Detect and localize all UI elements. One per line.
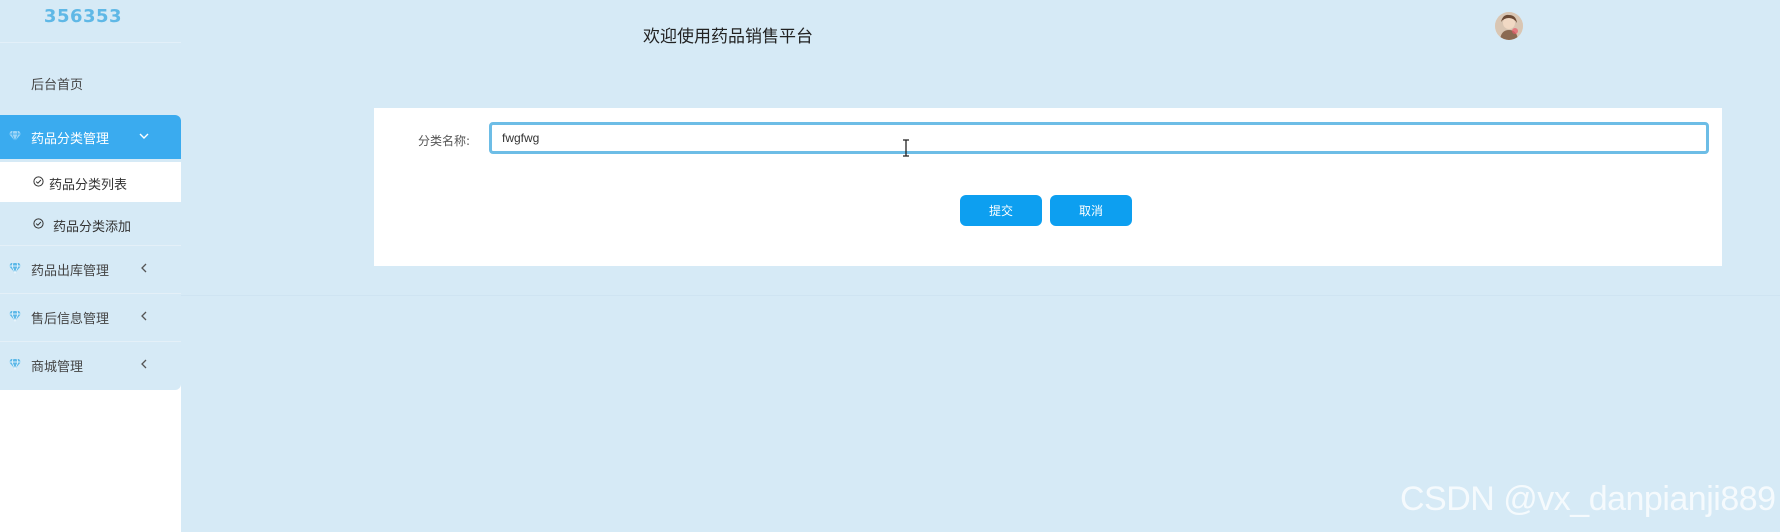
avatar[interactable] [1495,12,1523,40]
chevron-down-icon [139,133,149,139]
sidebar-group-drug-category[interactable]: 药品分类管理 [0,115,181,159]
sidebar-group-mall[interactable]: 商城管理 [0,343,181,387]
sidebar-item-label: 药品分类列表 [49,178,128,193]
chevron-left-icon [141,311,147,321]
gem-icon [9,310,21,322]
sidebar-group-after-sales[interactable]: 售后信息管理 [0,295,181,339]
sidebar-item-home[interactable]: 后台首页 [31,74,83,93]
brand-logo-text: 356353 [43,6,123,27]
chevron-left-icon [141,263,147,273]
sidebar-group-drug-outbound[interactable]: 药品出库管理 [0,247,181,291]
sidebar-group-label: 药品出库管理 [31,264,110,279]
avatar-image [1495,12,1523,40]
check-circle-icon [33,218,44,229]
cancel-button[interactable]: 取消 [1050,195,1132,226]
category-name-label: 分类名称: [418,134,471,148]
page-title: 欢迎使用药品销售平台 [643,27,813,47]
sidebar-item-label: 药品分类添加 [53,220,132,235]
divider [0,245,181,246]
sidebar-menu: 356353 后台首页 药品分类管理 药品分类列表 药品分类添加 药品出库管理 … [0,0,181,390]
sidebar-group-label: 药品分类管理 [31,132,110,147]
category-name-input[interactable] [489,122,1709,154]
sidebar-group-label: 售后信息管理 [31,312,110,327]
divider [0,341,181,342]
divider [181,295,1780,296]
check-circle-icon [33,176,44,187]
watermark: CSDN @vx_danpianji889 [1400,480,1776,518]
divider [0,42,181,43]
sidebar-group-label: 商城管理 [31,360,84,375]
gem-icon [9,130,21,142]
sidebar-item-drug-category-list[interactable]: 药品分类列表 [0,162,181,202]
sidebar: 356353 后台首页 药品分类管理 药品分类列表 药品分类添加 药品出库管理 … [0,0,181,532]
category-form: 分类名称: 提交 取消 [374,108,1722,266]
submit-button[interactable]: 提交 [960,195,1042,226]
chevron-left-icon [141,359,147,369]
divider [0,293,181,294]
sidebar-item-drug-category-add[interactable]: 药品分类添加 [0,204,181,244]
gem-icon [9,358,21,370]
gem-icon [9,262,21,274]
text-cursor-icon [903,139,909,157]
